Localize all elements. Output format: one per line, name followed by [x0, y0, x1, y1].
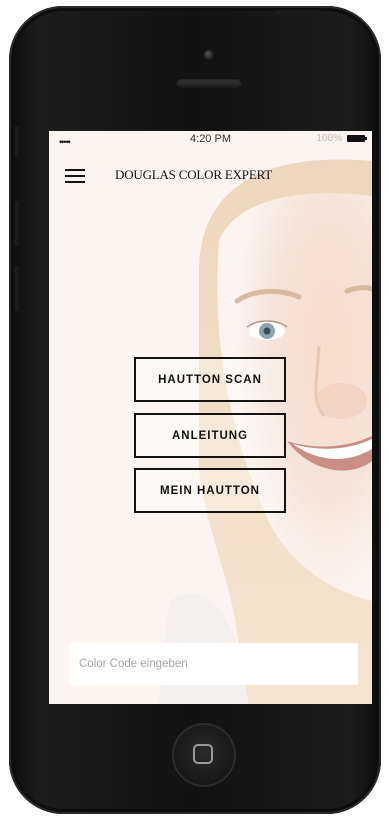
mein-hautton-button[interactable]: MEIN HAUTTON — [134, 468, 286, 513]
power-button — [275, 10, 319, 15]
volume-down-button — [14, 266, 19, 311]
earpiece-speaker — [176, 78, 242, 88]
color-code-input[interactable] — [69, 643, 358, 685]
battery-percent: 100% — [316, 133, 342, 144]
front-camera — [204, 50, 214, 60]
app-title: DOUGLAS COLOR EXPERT — [115, 167, 273, 182]
status-bar: ••••• 4:20 PM 100% — [49, 131, 372, 147]
phone-screen: ••••• 4:20 PM 100% DOUGLAS COLOR EXPERT … — [49, 131, 372, 704]
app-header: DOUGLAS COLOR EXPERT — [49, 161, 372, 193]
battery-icon — [347, 135, 367, 142]
phone-device: ••••• 4:20 PM 100% DOUGLAS COLOR EXPERT … — [9, 6, 381, 814]
volume-up-button — [14, 201, 19, 246]
home-square-icon — [193, 744, 213, 764]
anleitung-button[interactable]: ANLEITUNG — [134, 413, 286, 458]
mute-switch — [14, 126, 19, 156]
home-button[interactable] — [172, 723, 236, 787]
hamburger-menu-icon[interactable] — [65, 169, 85, 183]
hautton-scan-button[interactable]: HAUTTON SCAN — [134, 357, 286, 402]
